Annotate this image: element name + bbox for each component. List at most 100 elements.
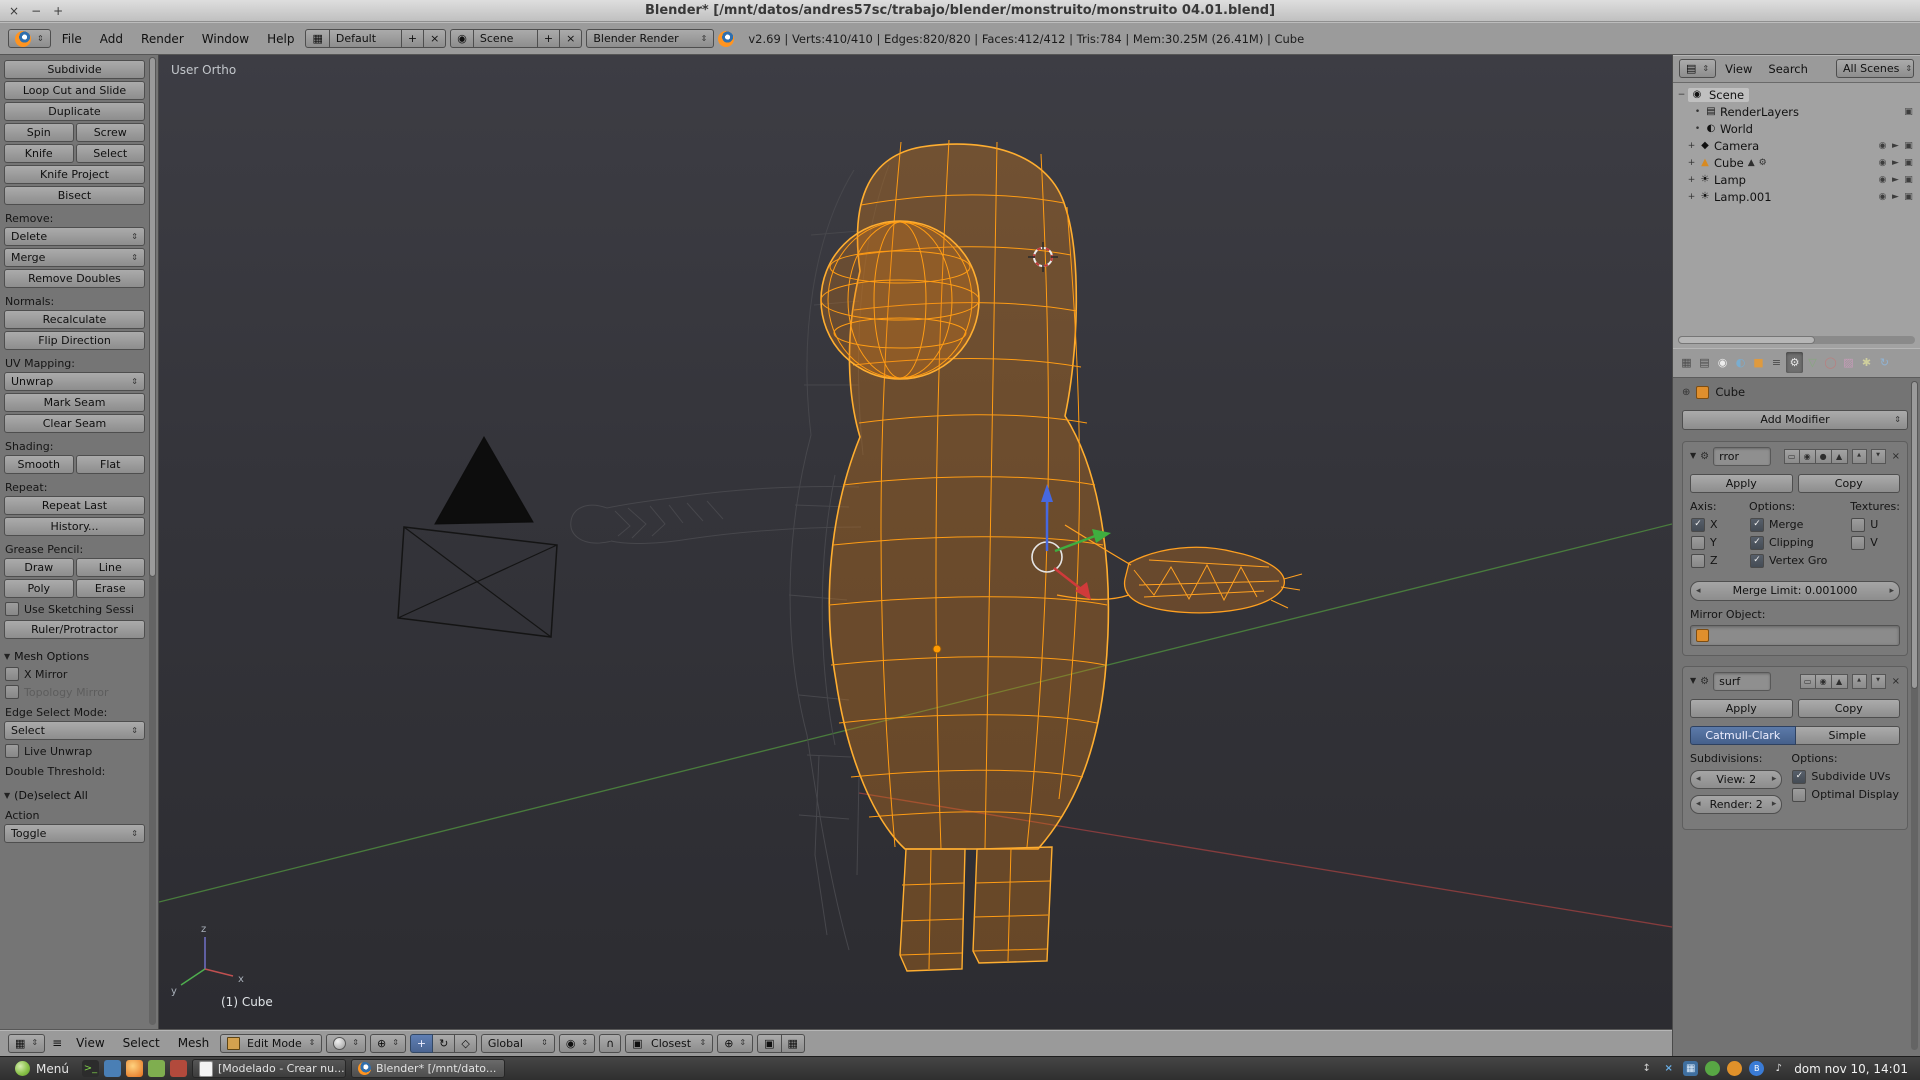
unwrap-menu-button[interactable]: Unwrap ⇕ [4, 372, 145, 391]
terminal-icon[interactable]: >_ [82, 1060, 99, 1077]
menu-view[interactable]: View [69, 1036, 111, 1050]
editmode-toggle-icon[interactable]: ▲ [1832, 674, 1848, 689]
header-menu-toggle-icon[interactable]: ≡ [49, 1036, 65, 1050]
repeat-last-button[interactable]: Repeat Last [4, 496, 145, 515]
screen-layout-name[interactable]: Default [330, 29, 402, 48]
clipping-checkbox[interactable]: ✓ [1750, 536, 1764, 550]
subdivide-uvs-row[interactable]: ✓ Subdivide UVs [1792, 770, 1899, 784]
knife-button[interactable]: Knife [4, 144, 74, 163]
remove-doubles-button[interactable]: Remove Doubles [4, 269, 145, 288]
menu-render[interactable]: Render [134, 32, 191, 46]
snap-target-select[interactable]: ⊕ ⇕ [717, 1034, 753, 1053]
viewport-shading-select[interactable]: ⇕ [326, 1034, 366, 1053]
outliner-item-renderlayers[interactable]: • ▤ RenderLayers ▣ [1675, 103, 1918, 120]
tab-constraints-icon[interactable]: ≡ [1768, 352, 1785, 373]
outliner-item-camera[interactable]: + ◆ Camera ◉ ► ▣ [1675, 137, 1918, 154]
subdivide-uvs-checkbox[interactable]: ✓ [1792, 770, 1806, 784]
stepper-left-icon[interactable]: ◂ [1696, 774, 1701, 784]
scrollbar-thumb[interactable] [149, 57, 156, 577]
taskbar-window-writer[interactable]: [Modelado - Crear nu... [192, 1059, 346, 1078]
tab-object-icon[interactable]: ■ [1750, 352, 1767, 373]
tab-modifiers-icon[interactable]: ⚙ [1786, 352, 1803, 373]
tab-physics-icon[interactable]: ↻ [1876, 352, 1893, 373]
outliner-item-cube[interactable]: + ▲ Cube ▲ ⚙ ◉ ► ▣ [1675, 154, 1918, 171]
monster-right-leg[interactable] [973, 847, 1052, 963]
scrollbar-thumb[interactable] [1911, 381, 1918, 689]
visibility-toggle-icon[interactable]: ◉ [1876, 141, 1889, 151]
gp-line-button[interactable]: Line [76, 558, 146, 577]
texture-u-row[interactable]: U [1851, 518, 1899, 532]
delete-modifier-icon[interactable]: × [1892, 676, 1900, 687]
axis-y-checkbox[interactable] [1691, 536, 1705, 550]
x-mirror-row[interactable]: X Mirror [5, 667, 144, 681]
loop-cut-button[interactable]: Loop Cut and Slide [4, 81, 145, 100]
mirror-object-field[interactable] [1690, 625, 1900, 646]
tab-world-icon[interactable]: ◐ [1732, 352, 1749, 373]
deselect-all-panel-header[interactable]: ▼ (De)select All [4, 789, 145, 802]
file-manager-icon[interactable] [104, 1060, 121, 1077]
view-subdivisions-field[interactable]: ◂ View: 2 ▸ [1690, 770, 1782, 789]
delete-layout-button[interactable]: × [424, 29, 446, 48]
merge-row[interactable]: ✓ Merge [1750, 518, 1849, 532]
package-icon[interactable] [170, 1060, 187, 1077]
folder-icon[interactable] [148, 1060, 165, 1077]
use-sketching-row[interactable]: Use Sketching Sessi [5, 602, 144, 616]
cage-toggle-icon[interactable]: ▲ [1832, 449, 1848, 464]
smooth-button[interactable]: Smooth [4, 455, 74, 474]
flip-direction-button[interactable]: Flip Direction [4, 331, 145, 350]
selectability-toggle-icon[interactable]: ► [1889, 141, 1902, 151]
visibility-toggle-icon[interactable]: ◉ [1876, 175, 1889, 185]
texture-v-row[interactable]: V [1851, 536, 1899, 550]
merge-checkbox[interactable]: ✓ [1750, 518, 1764, 532]
axis-y-row[interactable]: Y [1691, 536, 1748, 550]
selectability-toggle-icon[interactable]: ► [1889, 192, 1902, 202]
texture-v-checkbox[interactable] [1851, 536, 1865, 550]
expander-icon[interactable]: − [1675, 90, 1688, 100]
render-opengl-image-button[interactable]: ▣ [757, 1034, 781, 1053]
vertex-groups-row[interactable]: ✓ Vertex Gro [1750, 554, 1849, 568]
screen-layout-icon[interactable]: ▦ [305, 29, 329, 48]
viewport-3d[interactable]: z y x User Ortho (1) Cube [159, 55, 1672, 1029]
duplicate-button[interactable]: Duplicate [4, 102, 145, 121]
outliner-display-mode-select[interactable]: All Scenes ⇕ [1836, 59, 1914, 78]
expander-icon[interactable]: + [1685, 141, 1698, 151]
add-layout-button[interactable]: + [402, 29, 424, 48]
renderable-toggle-icon[interactable]: ▣ [1902, 175, 1915, 185]
browser-icon[interactable] [126, 1060, 143, 1077]
scrollbar-thumb[interactable] [1678, 336, 1815, 344]
scene-name[interactable]: Scene [474, 29, 538, 48]
scale-manipulator-button[interactable]: ◇ [455, 1034, 476, 1053]
delete-modifier-icon[interactable]: × [1892, 451, 1900, 462]
simple-button[interactable]: Simple [1796, 726, 1901, 745]
apply-button[interactable]: Apply [1690, 474, 1793, 493]
move-up-button[interactable]: ▲ [1852, 674, 1867, 689]
visibility-toggle-icon[interactable]: ◉ [1876, 192, 1889, 202]
axis-x-checkbox[interactable]: ✓ [1691, 518, 1705, 532]
ruler-button[interactable]: Ruler/Protractor [4, 620, 145, 639]
spin-button[interactable]: Spin [4, 123, 74, 142]
properties-scrollbar[interactable] [1911, 381, 1918, 1050]
axis-z-checkbox[interactable] [1691, 554, 1705, 568]
menu-select[interactable]: Select [116, 1036, 167, 1050]
eye-toggle-icon[interactable]: ◉ [1816, 674, 1832, 689]
editor-type-button[interactable]: ▤ ⇕ [1679, 59, 1716, 78]
selectability-toggle-icon[interactable]: ► [1889, 158, 1902, 168]
copy-button[interactable]: Copy [1798, 699, 1901, 718]
add-modifier-button[interactable]: Add Modifier ⇕ [1682, 410, 1908, 430]
axis-x-row[interactable]: ✓ X [1691, 518, 1748, 532]
knife-project-button[interactable]: Knife Project [4, 165, 145, 184]
render-subdivisions-field[interactable]: ◂ Render: 2 ▸ [1690, 795, 1782, 814]
pin-icon[interactable]: ⊕ [1682, 387, 1690, 398]
menu-add[interactable]: Add [93, 32, 130, 46]
expander-icon[interactable]: + [1685, 192, 1698, 202]
slider-right-icon[interactable]: ▸ [1889, 586, 1894, 596]
add-scene-button[interactable]: + [538, 29, 560, 48]
render-engine-select[interactable]: Blender Render ⇕ [586, 29, 714, 48]
expander-icon[interactable]: + [1685, 175, 1698, 185]
merge-limit-slider[interactable]: ◂ Merge Limit: 0.001000 ▸ [1690, 581, 1900, 601]
proportional-edit-select[interactable]: ◉ ⇕ [559, 1034, 595, 1053]
close-icon[interactable]: × [9, 5, 19, 17]
selectability-toggle-icon[interactable]: ► [1889, 175, 1902, 185]
use-sketching-checkbox[interactable] [5, 602, 19, 616]
pivot-point-select[interactable]: ⊕ ⇕ [370, 1034, 406, 1053]
